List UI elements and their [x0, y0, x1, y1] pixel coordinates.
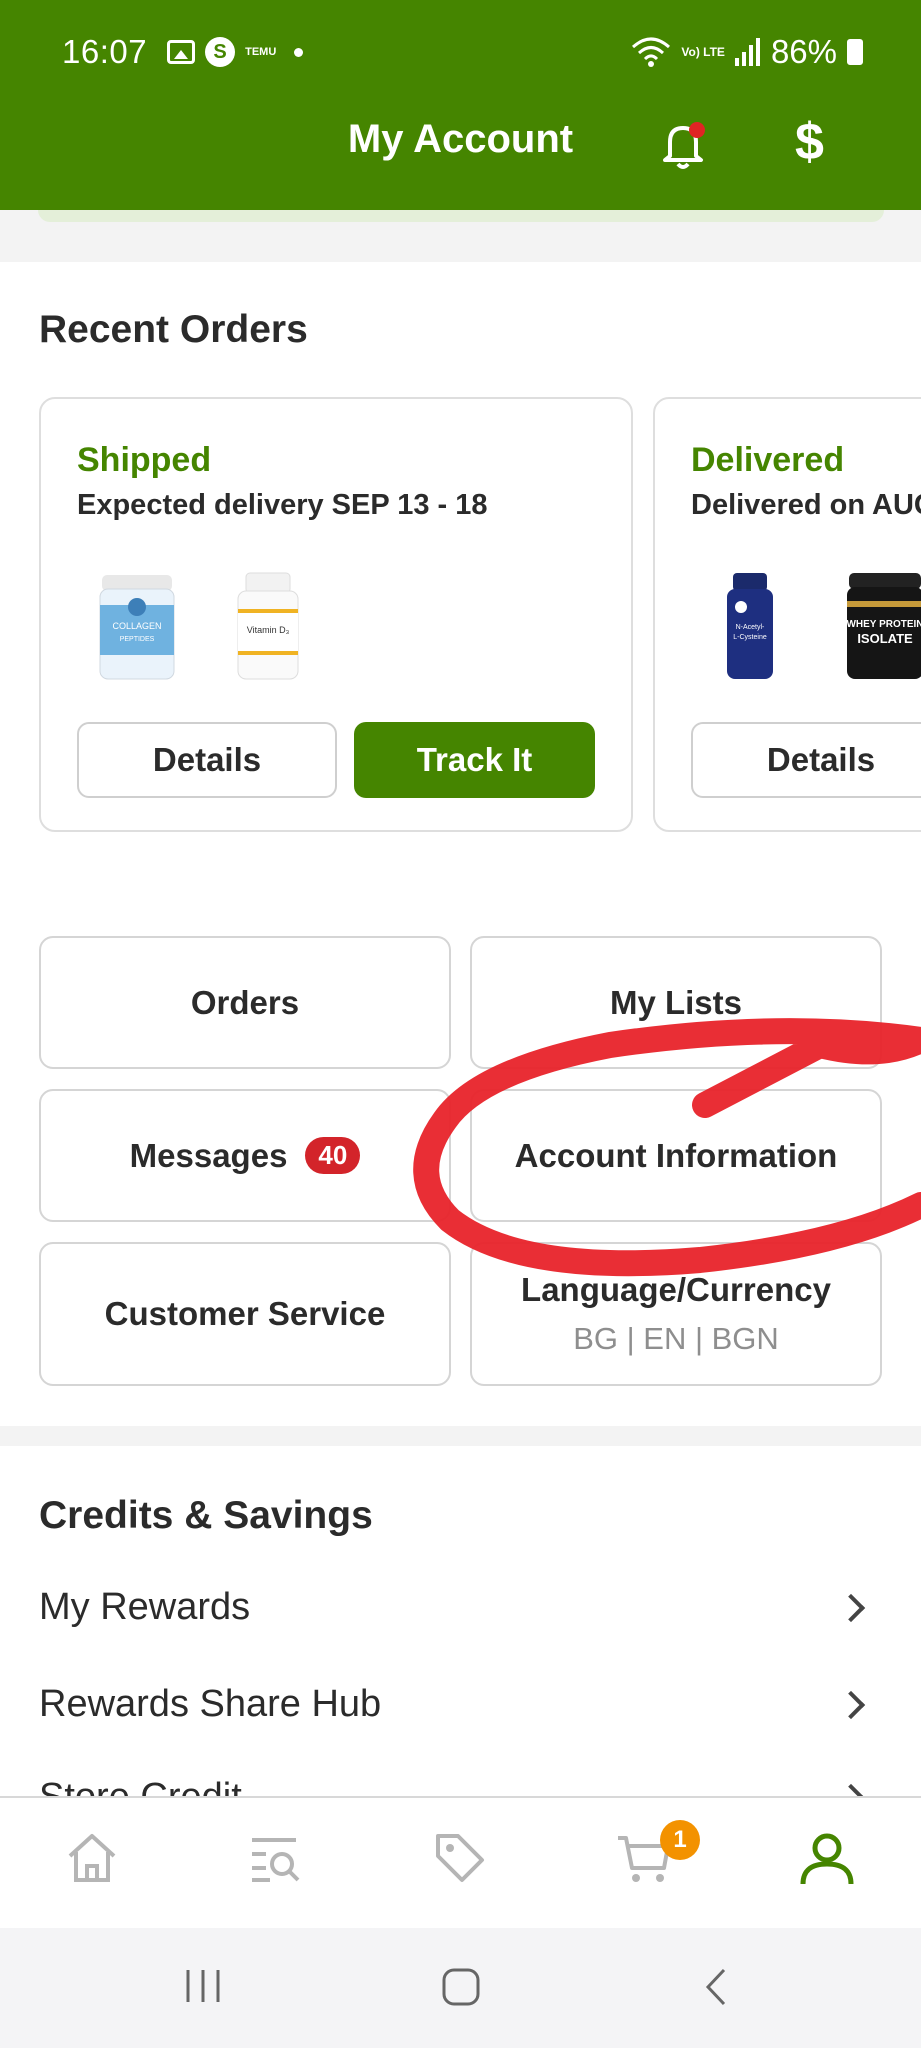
svg-text:Vitamin D₃: Vitamin D₃ [247, 625, 290, 635]
order-details-button[interactable]: Details [77, 722, 337, 798]
whey-protein-product-image[interactable]: WHEY PROTEIN ISOLATE [845, 571, 921, 683]
nac-product-image[interactable]: N-Acetyl- L-Cysteine [725, 571, 775, 683]
orders-label: Orders [190, 983, 300, 1021]
gallery-icon [167, 40, 196, 64]
temu-icon: TEMU [245, 45, 277, 58]
order-status: Shipped [77, 441, 212, 479]
tag-icon[interactable] [430, 1828, 490, 1888]
s-app-icon: S [205, 37, 236, 67]
status-bar: 16:07 S TEMU Vo) LTE 86% [62, 30, 863, 74]
credits-savings-section: Credits & Savings My Rewards Rewards Sha… [0, 1446, 921, 1796]
store-credit-label: Store Credit [39, 1776, 242, 1796]
page-title: My Account [347, 117, 574, 161]
rewards-share-hub-label: Rewards Share Hub [39, 1683, 382, 1725]
wifi-icon [632, 37, 671, 67]
app-header: 16:07 S TEMU Vo) LTE 86% My Account $ [0, 0, 921, 210]
svg-text:N-Acetyl-: N-Acetyl- [736, 624, 765, 631]
header-bottom-strip [38, 210, 884, 222]
credits-savings-title: Credits & Savings [39, 1494, 373, 1537]
battery-icon [847, 39, 863, 65]
chevron-right-icon [836, 1690, 866, 1719]
cart-count-badge: 1 [660, 1820, 700, 1860]
svg-text:ISOLATE: ISOLATE [857, 631, 913, 646]
bottom-navigation [0, 1796, 921, 1928]
order-status: Delivered [691, 441, 845, 479]
my-lists-button[interactable]: My Lists [470, 936, 882, 1069]
order-details-button[interactable]: Details [691, 722, 921, 798]
home-system-icon[interactable] [440, 1966, 482, 2008]
order-card[interactable]: Delivered Delivered on AUG N-Acetyl- L-C… [653, 397, 921, 832]
status-time: 16:07 [62, 33, 148, 70]
store-credit-row[interactable]: Store Credit [39, 1776, 869, 1796]
messages-label: Messages [129, 1136, 288, 1174]
svg-text:L-Cysteine: L-Cysteine [733, 634, 767, 641]
order-delivery: Expected delivery SEP 13 - 18 [77, 489, 488, 521]
account-links-section: Orders My Lists Messages 40 Account Info… [0, 896, 921, 1426]
signal-icon [734, 38, 760, 66]
my-rewards-label: My Rewards [39, 1586, 251, 1628]
chevron-right-icon [836, 1593, 866, 1622]
svg-text:WHEY PROTEIN: WHEY PROTEIN [846, 619, 921, 630]
order-delivery: Delivered on AUG [691, 489, 921, 521]
language-currency-button[interactable]: Language/Currency BG | EN | BGN [470, 1242, 882, 1386]
language-currency-label: Language/Currency [521, 1271, 831, 1308]
notification-bell-icon[interactable] [660, 120, 706, 170]
search-list-icon[interactable] [246, 1828, 306, 1888]
account-information-label: Account Information [514, 1136, 838, 1174]
recent-orders-section: Recent Orders Shipped Expected delivery … [0, 262, 921, 896]
messages-count-badge: 40 [305, 1137, 361, 1174]
currency-button[interactable]: $ [795, 112, 824, 172]
home-icon[interactable] [62, 1828, 122, 1888]
rewards-share-hub-row[interactable]: Rewards Share Hub [39, 1683, 869, 1726]
system-navigation-bar [0, 1928, 921, 2048]
language-currency-value: BG | EN | BGN [573, 1321, 779, 1356]
messages-button[interactable]: Messages 40 [39, 1089, 451, 1222]
back-icon[interactable] [700, 1966, 732, 2008]
my-rewards-row[interactable]: My Rewards [39, 1586, 869, 1629]
order-card[interactable]: Shipped Expected delivery SEP 13 - 18 CO… [39, 397, 633, 832]
customer-service-label: Customer Service [104, 1295, 386, 1332]
svg-text:PEPTIDES: PEPTIDES [120, 636, 155, 643]
orders-button[interactable]: Orders [39, 936, 451, 1069]
my-lists-label: My Lists [609, 983, 743, 1021]
collagen-product-image[interactable]: COLLAGEN PEPTIDES [98, 571, 176, 683]
vitamin-d3-product-image[interactable]: Vitamin D₃ [236, 571, 300, 683]
recent-orders-title: Recent Orders [39, 308, 308, 351]
account-information-button[interactable]: Account Information [470, 1089, 882, 1222]
svg-text:COLLAGEN: COLLAGEN [112, 621, 161, 631]
battery-percent: 86% [770, 33, 837, 70]
more-notifications-dot [294, 47, 304, 57]
volte-icon: Vo) LTE [681, 45, 725, 59]
account-icon[interactable] [797, 1828, 857, 1888]
track-it-button[interactable]: Track It [354, 722, 595, 798]
chevron-right-icon [836, 1783, 866, 1796]
customer-service-button[interactable]: Customer Service [39, 1242, 451, 1386]
recent-apps-icon[interactable] [180, 1966, 226, 2006]
